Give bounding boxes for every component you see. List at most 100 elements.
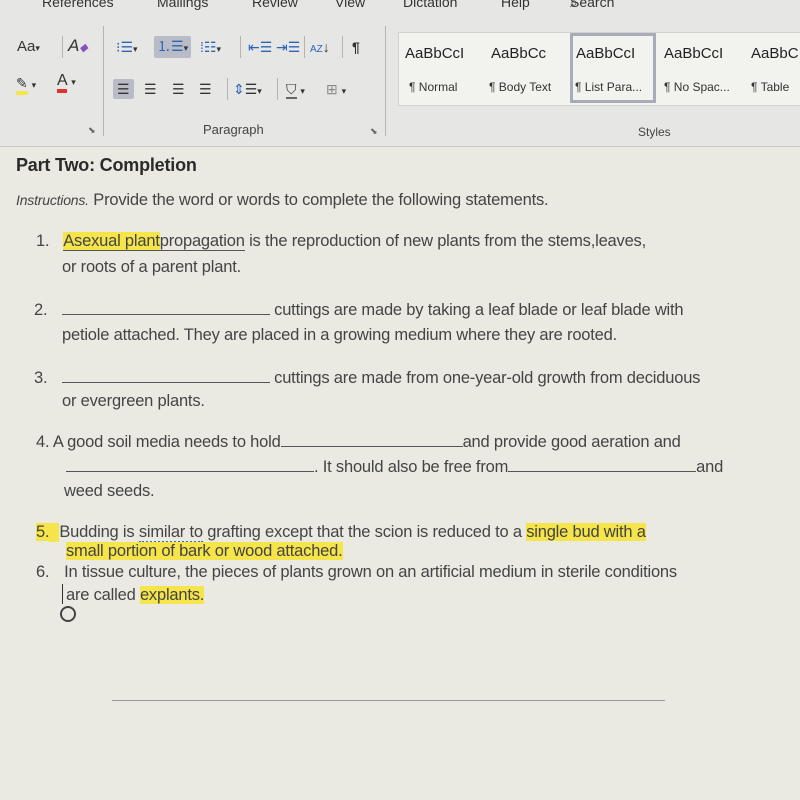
question-text: grafting except that the scion is reduce…	[202, 523, 527, 541]
justify-icon: ☰	[199, 81, 212, 97]
question-text: propagation	[159, 232, 245, 251]
question-4-line-1: 4. A good soil media needs to hold and pr…	[36, 432, 681, 452]
tab-mailings[interactable]: Mailings	[157, 0, 208, 10]
question-3-line-2: or evergreen plants.	[62, 392, 205, 410]
show-formatting-button[interactable]: ¶	[352, 38, 360, 56]
question-text: and provide good aeration and	[462, 433, 681, 451]
question-text: In tissue culture, the pieces of plants …	[64, 563, 677, 581]
style-list-paragraph[interactable]: AaBbCcI ¶ List Para...	[570, 33, 656, 103]
style-name: ¶ List Para...	[575, 80, 643, 94]
style-name: ¶ Normal	[409, 80, 458, 94]
divider	[62, 36, 63, 58]
align-right-icon: ☰	[172, 81, 185, 97]
style-no-spacing[interactable]: AaBbCcI ¶ No Spac...	[658, 33, 744, 103]
question-4-line-2: . It should also be free from and	[66, 457, 723, 477]
question-6-line-2: are called explants.	[66, 586, 204, 605]
increase-indent-button[interactable]: ⇥☰	[276, 38, 300, 56]
align-left-button[interactable]: ☰	[113, 79, 134, 99]
style-sample: AaBbCc	[491, 45, 547, 62]
question-number: 5.	[36, 523, 50, 541]
instructions-text: Provide the word or words to complete th…	[93, 191, 549, 209]
question-number: 3.	[34, 369, 48, 387]
sort-az-icon: AZ↓	[310, 39, 330, 55]
style-table[interactable]: AaBbC ¶ Table	[745, 33, 800, 103]
chevron-down-icon: ▾	[300, 86, 305, 96]
highlighter-icon: ✎	[16, 75, 28, 95]
styles-group-label: Styles	[638, 125, 671, 139]
question-text: are called	[66, 586, 140, 604]
answer-highlight: single bud with a	[526, 523, 646, 541]
answer-highlight: explants.	[139, 586, 205, 604]
divider	[277, 78, 278, 100]
document-page[interactable]: Part Two: Completion Instructions. Provi…	[0, 147, 800, 800]
align-center-icon: ☰	[144, 81, 157, 97]
question-text: is the reproduction of new plants from t…	[244, 232, 646, 250]
chevron-down-icon: ▾	[35, 43, 40, 53]
align-right-button[interactable]: ☰	[172, 80, 185, 98]
question-number: 6.	[36, 563, 50, 581]
answer-blank[interactable]	[61, 300, 270, 315]
tab-dictation[interactable]: Dictation	[403, 0, 457, 10]
question-2-line-1: 2. cuttings are made by taking a leaf bl…	[34, 300, 684, 320]
bullets-button[interactable]: ⁝☰▾	[116, 38, 138, 58]
shading-button[interactable]: ⛉ ▾	[286, 80, 305, 100]
answer-blank[interactable]	[61, 368, 270, 383]
clear-formatting-icon[interactable]: A◆	[68, 37, 88, 57]
question-6-line-1: 6. In tissue culture, the pieces of plan…	[36, 563, 677, 582]
divider	[342, 36, 343, 58]
pilcrow-icon: ¶	[352, 39, 360, 55]
chevron-down-icon: ▾	[31, 80, 37, 90]
chevron-down-icon: ▾	[341, 86, 347, 96]
question-text: cuttings are made from one-year-old grow…	[274, 369, 701, 387]
line-spacing-icon: ⇕☰	[233, 81, 258, 97]
search-label: Search	[570, 0, 615, 10]
question-1-line-2: or roots of a parent plant.	[62, 258, 241, 276]
change-case-button[interactable]: Aa▾	[17, 38, 40, 57]
spelling-suggestion[interactable]: similar to	[138, 523, 203, 543]
question-2-line-2: petiole attached. They are placed in a g…	[62, 326, 618, 344]
bullet-list-icon: ⁝☰	[116, 39, 134, 55]
decrease-indent-button[interactable]: ⇤☰	[248, 38, 272, 56]
question-text: cuttings are made by taking a leaf blade…	[274, 301, 684, 319]
paragraph-dialog-launcher-icon[interactable]: ⬊	[370, 126, 378, 137]
style-body-text[interactable]: AaBbCc ¶ Body Text	[485, 33, 569, 103]
sort-button[interactable]: AZ↓	[310, 38, 330, 59]
mouse-pointer-icon	[60, 606, 76, 622]
tab-review[interactable]: Review	[252, 0, 298, 10]
tab-help[interactable]: Help	[501, 0, 530, 10]
style-normal[interactable]: AaBbCcI ¶ Normal	[399, 33, 483, 103]
footnote-separator	[112, 700, 665, 701]
text-cursor	[62, 584, 63, 604]
divider	[227, 78, 228, 100]
highlight-color-button[interactable]: ✎ ▾	[16, 74, 37, 95]
question-text: Budding is	[59, 523, 139, 541]
styles-gallery: AaBbCcI ¶ Normal AaBbCc ¶ Body Text AaBb…	[398, 32, 800, 106]
chevron-down-icon: ▾	[71, 77, 76, 87]
borders-button[interactable]: ⊞ ▾	[326, 80, 346, 100]
question-1-line-1: 1. Asexual plantpropagation is the repro…	[36, 232, 646, 251]
font-dialog-launcher-icon[interactable]: ⬊	[88, 125, 96, 136]
numbered-list-icon: ⒈☰	[157, 38, 184, 54]
tab-view[interactable]: View	[335, 0, 365, 10]
tab-references[interactable]: References	[42, 0, 114, 10]
style-sample: AaBbC	[751, 45, 799, 62]
answer-blank[interactable]	[66, 457, 314, 472]
multilevel-list-button[interactable]: ⁞☷▾	[200, 38, 221, 58]
style-sample: AaBbCcI	[405, 45, 465, 62]
divider	[240, 36, 241, 58]
style-name: ¶ Table	[751, 80, 790, 94]
question-number: 2.	[34, 301, 48, 319]
font-color-button[interactable]: A ▾	[57, 72, 76, 93]
numbering-button[interactable]: ⒈☰▾	[154, 36, 192, 58]
line-spacing-button[interactable]: ⇕☰▾	[233, 80, 262, 100]
group-divider	[103, 26, 104, 136]
decrease-indent-icon: ⇤☰	[248, 39, 273, 55]
answer-blank[interactable]	[508, 457, 697, 472]
answer-blank[interactable]	[280, 432, 463, 447]
answer-highlight: Asexual plant	[63, 232, 160, 251]
justify-button[interactable]: ☰	[199, 80, 212, 98]
align-center-button[interactable]: ☰	[144, 80, 157, 98]
question-4-line-3: weed seeds.	[64, 482, 155, 500]
group-divider	[385, 26, 386, 136]
chevron-down-icon: ▾	[183, 43, 189, 53]
